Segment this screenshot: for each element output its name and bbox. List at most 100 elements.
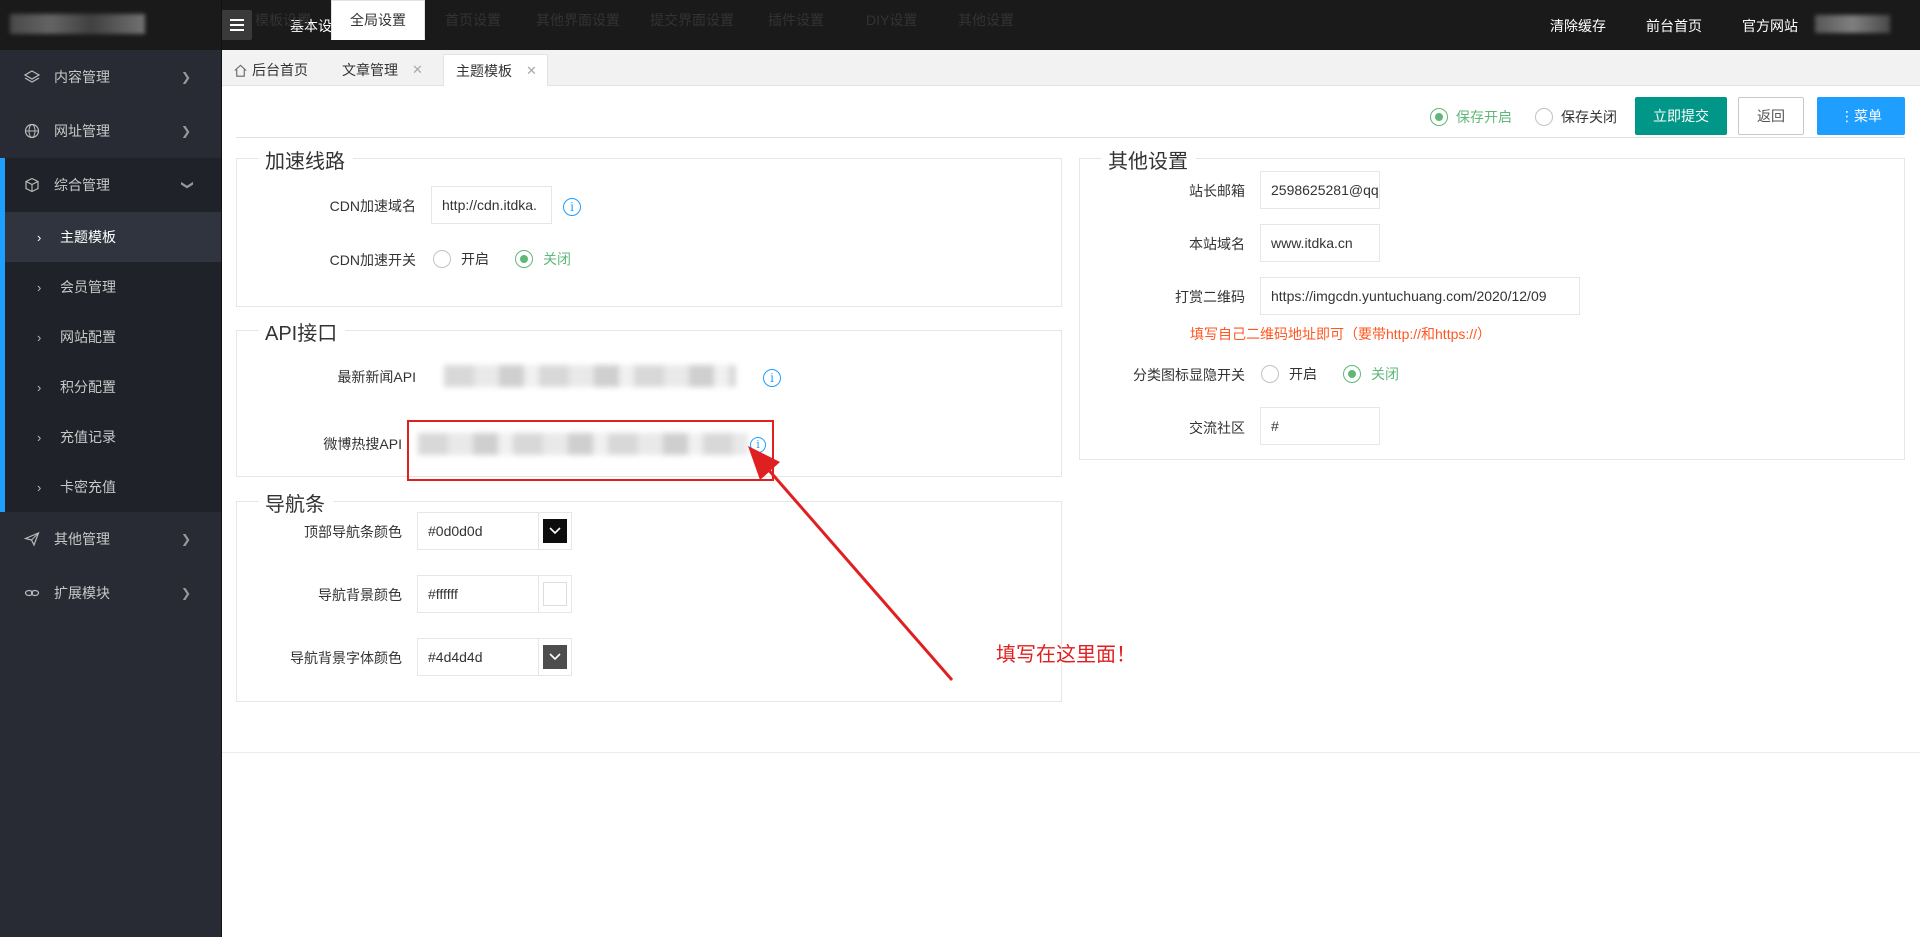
site-domain-label: 本站域名 [1189, 236, 1245, 252]
close-icon[interactable]: ✕ [526, 63, 537, 79]
send-icon [24, 531, 40, 547]
subtab-home[interactable]: 首页设置 [445, 0, 501, 40]
cdn-off-radio[interactable]: 关闭 [515, 249, 571, 269]
top-color-input[interactable]: #0d0d0d [417, 512, 539, 550]
subtab-other-pages[interactable]: 其他界面设置 [536, 0, 620, 40]
qr-label: 打赏二维码 [1175, 289, 1245, 305]
info-icon[interactable]: i [763, 369, 781, 387]
api-legend: API接口 [259, 317, 346, 346]
highlight-box [407, 420, 774, 481]
radio-checked-icon [1343, 365, 1361, 383]
save-on-radio[interactable]: 保存开启 [1430, 107, 1512, 127]
redacted-value [444, 365, 736, 387]
sidebar-item-other[interactable]: 其他管理 ❯ [0, 512, 221, 566]
sidebar-item-urls[interactable]: 网址管理 ❯ [0, 104, 221, 158]
radio-checked-icon [1430, 108, 1448, 126]
tab-dashboard[interactable]: 后台首页 [231, 54, 323, 86]
back-button[interactable]: 返回 [1738, 97, 1804, 135]
sidebar-subitem-label: 充值记录 [60, 429, 116, 445]
subtab-template[interactable]: 模板设置 [255, 0, 311, 40]
sidebar-subitem-theme[interactable]: › 主题模板 [0, 212, 221, 262]
subtab-diy[interactable]: DIY设置 [866, 0, 917, 40]
sidebar-item-content[interactable]: 内容管理 ❯ [0, 50, 221, 104]
community-label: 交流社区 [1189, 420, 1245, 436]
sidebar-subitem-label: 会员管理 [60, 279, 116, 295]
cdn-legend: 加速线路 [259, 145, 353, 174]
tab-label: 文章管理 [342, 62, 398, 78]
tab-theme[interactable]: 主题模板 ✕ [443, 54, 548, 86]
chevron-right-icon: ❯ [180, 70, 191, 84]
font-color-picker[interactable] [538, 638, 572, 676]
bg-color-picker[interactable] [538, 575, 572, 613]
annotation-arrow [748, 446, 954, 681]
subtab-other[interactable]: 其他设置 [958, 0, 1014, 40]
layers-icon [24, 70, 40, 83]
community-input[interactable]: # [1260, 407, 1380, 445]
save-off-label: 保存关闭 [1561, 109, 1617, 125]
nav-legend: 导航条 [259, 488, 333, 517]
sidebar-subitem-recharge-log[interactable]: › 充值记录 [0, 412, 221, 462]
chevron-right-icon: › [37, 279, 42, 295]
menu-button[interactable]: ⋮菜单 [1817, 97, 1905, 135]
font-color-label: 导航背景字体颜色 [290, 650, 402, 666]
sidebar-edge [221, 0, 222, 937]
radio-label: 关闭 [543, 251, 571, 267]
logo [10, 14, 145, 34]
sidebar-item-label: 网址管理 [54, 123, 110, 139]
subtab-submit-page[interactable]: 提交界面设置 [650, 0, 734, 40]
cdn-switch-label: CDN加速开关 [329, 252, 416, 268]
news-api-input[interactable] [432, 357, 752, 395]
qr-hint: 填写自己二维码地址即可（要带http://和https://） [1190, 326, 1492, 342]
chevron-down-icon [543, 645, 567, 669]
qr-input[interactable]: https://imgcdn.yuntuchuang.com/2020/12/0… [1260, 277, 1580, 315]
globe-icon [24, 123, 40, 139]
top-color-picker[interactable] [538, 512, 572, 550]
close-icon[interactable]: ✕ [412, 62, 423, 78]
official-site-link[interactable]: 官方网站 [1742, 16, 1798, 36]
sidebar-item-extensions[interactable]: 扩展模块 ❯ [0, 566, 221, 620]
submit-button[interactable]: 立即提交 [1635, 97, 1727, 135]
save-on-label: 保存开启 [1456, 109, 1512, 125]
sidebar-subitem-site-config[interactable]: › 网站配置 [0, 312, 221, 362]
chevron-down-icon: ❯ [180, 179, 195, 191]
subtab-plugins[interactable]: 插件设置 [768, 0, 824, 40]
sidebar-item-label: 内容管理 [54, 69, 110, 85]
frontend-home-link[interactable]: 前台首页 [1646, 16, 1702, 36]
font-color-input[interactable]: #4d4d4d [417, 638, 539, 676]
tab-articles[interactable]: 文章管理 ✕ [342, 54, 452, 86]
color-swatch [543, 582, 567, 606]
chevron-right-icon: › [37, 479, 42, 495]
cdn-domain-label: CDN加速域名 [329, 198, 416, 214]
radio-unchecked-icon [1535, 108, 1553, 126]
bg-color-input[interactable]: #ffffff [417, 575, 539, 613]
save-off-radio[interactable]: 保存关闭 [1535, 107, 1617, 127]
sidebar-item-label: 其他管理 [54, 531, 110, 547]
subtab-global[interactable]: 全局设置 [331, 0, 425, 40]
sidebar-item-label: 综合管理 [54, 177, 110, 193]
sidebar-subitem-label: 网站配置 [60, 329, 116, 345]
clear-cache-link[interactable]: 清除缓存 [1550, 16, 1606, 36]
sidebar-subitem-points[interactable]: › 积分配置 [0, 362, 221, 412]
site-domain-input[interactable]: www.itdka.cn [1260, 224, 1380, 262]
hamburger-icon [229, 19, 244, 31]
sidebar: 内容管理 ❯ 网址管理 ❯ 综合管理 ❯ › 主题模板 › 会员管理 › 网站配… [0, 50, 221, 937]
sidebar-subitem-card-recharge[interactable]: › 卡密充值 [0, 462, 221, 512]
bg-color-label: 导航背景颜色 [318, 587, 402, 603]
cdn-on-radio[interactable]: 开启 [433, 249, 489, 269]
radio-unchecked-icon [433, 250, 451, 268]
sidebar-item-general[interactable]: 综合管理 ❯ [0, 158, 221, 212]
icon-on-radio[interactable]: 开启 [1261, 364, 1317, 384]
icon-off-radio[interactable]: 关闭 [1343, 364, 1399, 384]
chevron-right-icon: ❯ [180, 586, 191, 600]
info-icon[interactable]: i [563, 198, 581, 216]
sidebar-subitem-members[interactable]: › 会员管理 [0, 262, 221, 312]
sidebar-toggle-button[interactable] [221, 10, 252, 40]
tab-label: 后台首页 [252, 62, 308, 78]
cdn-domain-input[interactable]: http://cdn.itdka. [431, 186, 552, 224]
user-avatar[interactable] [1815, 15, 1890, 33]
sidebar-group-general: 综合管理 ❯ › 主题模板 › 会员管理 › 网站配置 › 积分配置 › 充值记… [0, 158, 221, 512]
chevron-right-icon: › [37, 329, 42, 345]
email-input[interactable]: 2598625281@qq [1260, 171, 1380, 209]
other-legend: 其他设置 [1102, 145, 1196, 174]
chevron-down-icon [543, 519, 567, 543]
